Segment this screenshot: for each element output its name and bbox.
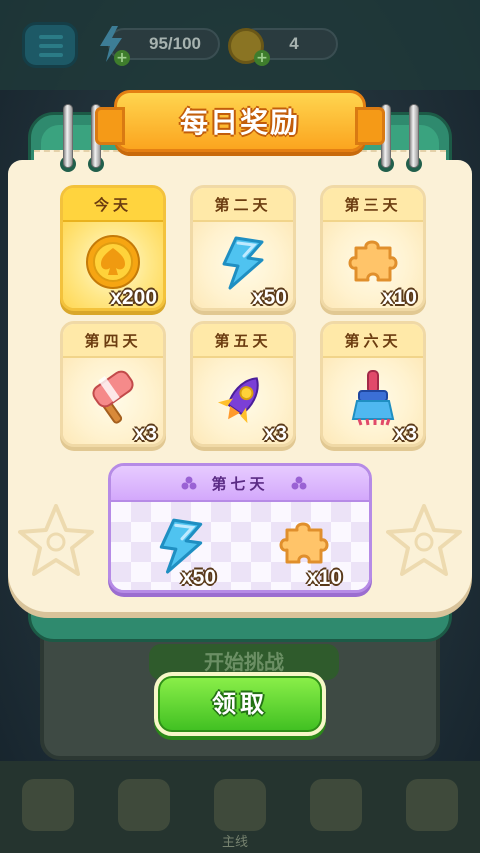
day-card-2[interactable]: 第二天 x50: [190, 185, 296, 311]
brush-icon: [351, 370, 395, 426]
day-card-body: x3: [193, 358, 293, 445]
reward-quantity: x3: [393, 422, 417, 445]
reward-quantity: x50: [181, 566, 217, 589]
day7-body: x50 x10: [111, 502, 369, 590]
day7-header: 第七天: [111, 466, 369, 502]
clover-icon: [291, 476, 307, 490]
nav-main-label: 主线: [222, 835, 249, 850]
day-card-body: x10: [323, 222, 423, 309]
puzzle-piece-icon: [279, 522, 329, 564]
menu-icon-line: [39, 35, 63, 39]
day-label: 今天: [63, 188, 163, 222]
reward-quantity: x3: [133, 422, 157, 445]
star-decoration-icon: [386, 504, 462, 576]
day-label: 第六天: [323, 324, 423, 358]
rocket-icon: [217, 377, 259, 424]
nav-trophy-icon: [310, 779, 362, 831]
energy-value: 95/100: [149, 34, 201, 53]
nav-puzzle-icon: [118, 779, 170, 831]
day-label: 第五天: [193, 324, 293, 358]
day-card-4[interactable]: 第四天 x3: [60, 321, 166, 447]
reward-quantity: x200: [110, 286, 157, 309]
day-card-body: x50: [193, 222, 293, 309]
day-card-5[interactable]: 第五天 x3: [190, 321, 296, 447]
day-label: 第三天: [323, 188, 423, 222]
reward-quantity: x50: [251, 286, 287, 309]
star-decoration-icon: [18, 504, 94, 576]
nav-map-icon: [214, 779, 266, 831]
day-label: 第四天: [63, 324, 163, 358]
coin-value: 4: [289, 34, 299, 53]
lightning-icon: [222, 236, 264, 290]
day-label: 第七天: [211, 475, 269, 493]
day-card-today[interactable]: 今天 x200: [60, 185, 166, 311]
hammer-icon: [92, 371, 134, 425]
puzzle-piece-icon: [348, 240, 398, 282]
title-ribbon: 每日奖励: [95, 90, 385, 152]
nav-chest-icon: [22, 779, 74, 831]
dialog-title: 每日奖励: [179, 106, 300, 139]
add-energy-button[interactable]: +: [114, 50, 130, 66]
coin-icon: [86, 235, 140, 290]
day-card-body: x3: [63, 358, 163, 445]
binder-ring: [63, 104, 73, 168]
add-coins-button[interactable]: +: [254, 50, 270, 66]
binder-ring: [409, 104, 419, 168]
day-card-3[interactable]: 第三天 x10: [320, 185, 426, 311]
top-hud: 95/100 + 4 +: [0, 20, 480, 68]
day-card-body: x200: [63, 222, 163, 309]
day-card-body: x3: [323, 358, 423, 445]
day-card-6[interactable]: 第六天 x3: [320, 321, 426, 447]
menu-button[interactable]: [22, 22, 78, 68]
menu-icon-line: [39, 53, 63, 57]
menu-icon-line: [39, 44, 63, 48]
day-card-7[interactable]: 第七天 x50 x10: [108, 463, 372, 593]
nav-dice-icon: [406, 779, 458, 831]
reward-quantity: x10: [307, 566, 343, 589]
claim-button[interactable]: 领取: [154, 672, 326, 736]
reward-quantity: x10: [381, 286, 417, 309]
clover-icon: [181, 476, 197, 490]
day-label: 第二天: [193, 188, 293, 222]
bottom-nav: 主线: [0, 761, 480, 853]
reward-quantity: x3: [263, 422, 287, 445]
